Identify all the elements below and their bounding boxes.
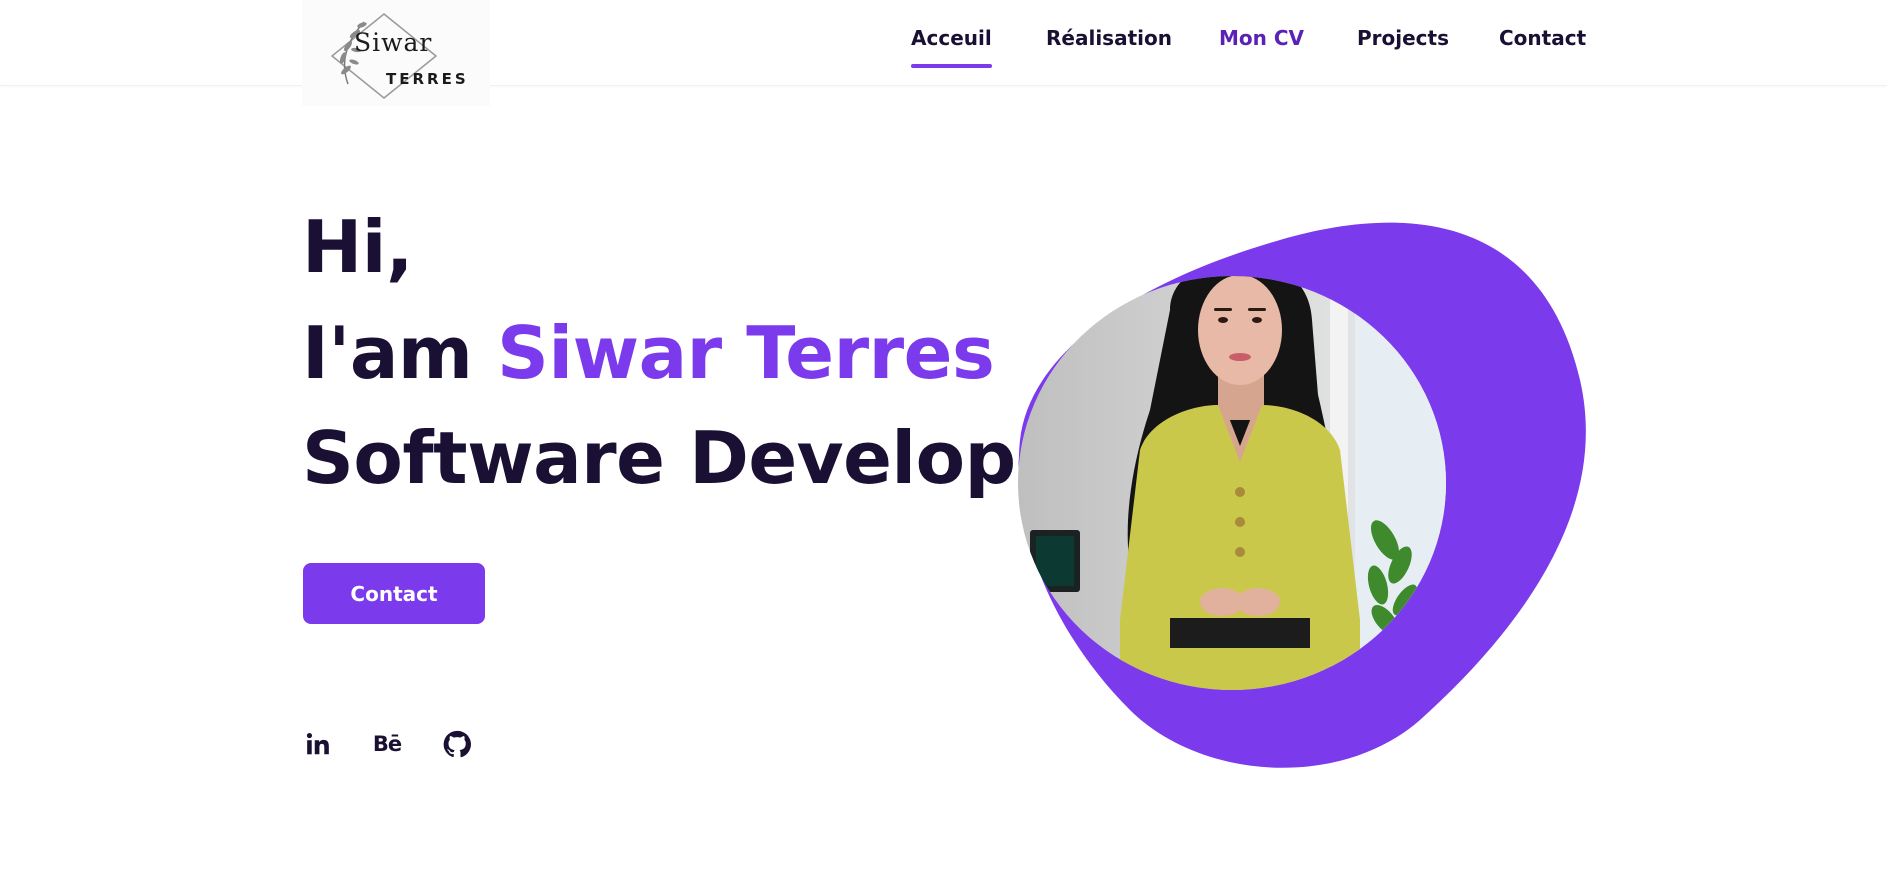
github-glyph bbox=[443, 730, 471, 758]
site-header: Siwar TERRES Acceuil Réalisation Mon CV … bbox=[0, 0, 1887, 106]
main-nav: Acceuil Réalisation Mon CV Projects Cont… bbox=[0, 26, 1887, 76]
portrait-illustration bbox=[1018, 222, 1586, 768]
hero-intro-prefix: I'am bbox=[302, 311, 473, 395]
behance-icon[interactable]: Bē bbox=[369, 726, 405, 762]
linkedin-glyph bbox=[306, 732, 329, 755]
nav-contact[interactable]: Contact bbox=[1499, 26, 1586, 70]
nav-realisation[interactable]: Réalisation bbox=[1046, 26, 1172, 70]
hero-greeting: Hi, bbox=[302, 205, 413, 289]
nav-mon-cv[interactable]: Mon CV bbox=[1219, 26, 1304, 70]
hero-intro: I'am Siwar Terres bbox=[302, 311, 995, 395]
github-icon[interactable] bbox=[439, 726, 475, 762]
hero-role: Software Developer bbox=[302, 416, 1099, 500]
nav-acceuil[interactable]: Acceuil bbox=[911, 26, 992, 70]
hero-name: Siwar Terres bbox=[497, 311, 995, 395]
behance-label: Bē bbox=[372, 732, 402, 756]
nav-projects[interactable]: Projects bbox=[1357, 26, 1449, 70]
linkedin-icon[interactable] bbox=[300, 726, 336, 762]
contact-button[interactable]: Contact bbox=[303, 563, 485, 624]
